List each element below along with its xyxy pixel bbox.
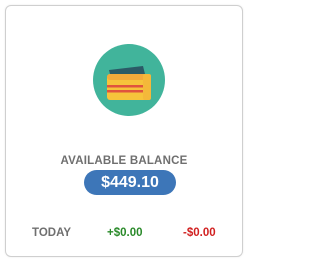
today-debit-amount: -$0.00 <box>183 227 216 239</box>
available-balance-label: AVAILABLE BALANCE <box>60 155 188 167</box>
today-credit-amount: +$0.00 <box>107 227 143 239</box>
balance-card: AVAILABLE BALANCE $449.10 TODAY +$0.00 -… <box>5 5 243 257</box>
balance-amount-badge: $449.10 <box>84 170 176 195</box>
wallet-icon <box>93 44 165 116</box>
today-label: TODAY <box>32 227 71 239</box>
